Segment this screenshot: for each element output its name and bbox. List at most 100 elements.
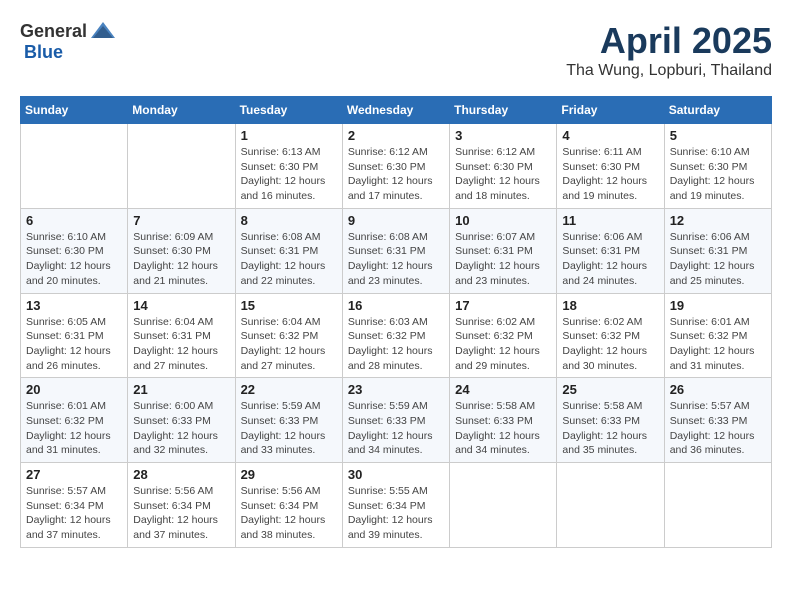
- day-info: Sunrise: 5:57 AMSunset: 6:34 PMDaylight:…: [26, 485, 111, 541]
- day-info: Sunrise: 6:10 AMSunset: 6:30 PMDaylight:…: [670, 146, 755, 202]
- day-number: 12: [670, 213, 766, 228]
- calendar-cell: 3 Sunrise: 6:12 AMSunset: 6:30 PMDayligh…: [450, 124, 557, 209]
- calendar-cell: 24 Sunrise: 5:58 AMSunset: 6:33 PMDaylig…: [450, 378, 557, 463]
- calendar-cell: 7 Sunrise: 6:09 AMSunset: 6:30 PMDayligh…: [128, 208, 235, 293]
- day-number: 8: [241, 213, 337, 228]
- day-info: Sunrise: 6:08 AMSunset: 6:31 PMDaylight:…: [348, 231, 433, 287]
- calendar-cell: 10 Sunrise: 6:07 AMSunset: 6:31 PMDaylig…: [450, 208, 557, 293]
- day-number: 27: [26, 467, 122, 482]
- day-info: Sunrise: 6:01 AMSunset: 6:32 PMDaylight:…: [26, 400, 111, 456]
- day-number: 3: [455, 128, 551, 143]
- calendar-cell: 14 Sunrise: 6:04 AMSunset: 6:31 PMDaylig…: [128, 293, 235, 378]
- weekday-header-wednesday: Wednesday: [342, 97, 449, 124]
- day-info: Sunrise: 6:11 AMSunset: 6:30 PMDaylight:…: [562, 146, 647, 202]
- day-info: Sunrise: 6:00 AMSunset: 6:33 PMDaylight:…: [133, 400, 218, 456]
- day-number: 17: [455, 298, 551, 313]
- location-title: Tha Wung, Lopburi, Thailand: [566, 62, 772, 80]
- day-number: 7: [133, 213, 229, 228]
- day-info: Sunrise: 6:13 AMSunset: 6:30 PMDaylight:…: [241, 146, 326, 202]
- calendar-week-row: 27 Sunrise: 5:57 AMSunset: 6:34 PMDaylig…: [21, 463, 772, 548]
- weekday-header-row: SundayMondayTuesdayWednesdayThursdayFrid…: [21, 97, 772, 124]
- calendar-cell: 16 Sunrise: 6:03 AMSunset: 6:32 PMDaylig…: [342, 293, 449, 378]
- day-number: 1: [241, 128, 337, 143]
- calendar-cell: 18 Sunrise: 6:02 AMSunset: 6:32 PMDaylig…: [557, 293, 664, 378]
- calendar-cell: 23 Sunrise: 5:59 AMSunset: 6:33 PMDaylig…: [342, 378, 449, 463]
- calendar-cell: 17 Sunrise: 6:02 AMSunset: 6:32 PMDaylig…: [450, 293, 557, 378]
- day-info: Sunrise: 6:10 AMSunset: 6:30 PMDaylight:…: [26, 231, 111, 287]
- day-info: Sunrise: 6:01 AMSunset: 6:32 PMDaylight:…: [670, 316, 755, 372]
- calendar-cell: 6 Sunrise: 6:10 AMSunset: 6:30 PMDayligh…: [21, 208, 128, 293]
- logo: General Blue: [20, 20, 117, 63]
- day-info: Sunrise: 5:59 AMSunset: 6:33 PMDaylight:…: [241, 400, 326, 456]
- day-info: Sunrise: 6:04 AMSunset: 6:31 PMDaylight:…: [133, 316, 218, 372]
- calendar-cell: 1 Sunrise: 6:13 AMSunset: 6:30 PMDayligh…: [235, 124, 342, 209]
- calendar-cell: 20 Sunrise: 6:01 AMSunset: 6:32 PMDaylig…: [21, 378, 128, 463]
- day-info: Sunrise: 6:02 AMSunset: 6:32 PMDaylight:…: [562, 316, 647, 372]
- month-year-title: April 2025: [566, 20, 772, 62]
- weekday-header-monday: Monday: [128, 97, 235, 124]
- day-number: 4: [562, 128, 658, 143]
- weekday-header-thursday: Thursday: [450, 97, 557, 124]
- calendar-week-row: 13 Sunrise: 6:05 AMSunset: 6:31 PMDaylig…: [21, 293, 772, 378]
- calendar-cell: 2 Sunrise: 6:12 AMSunset: 6:30 PMDayligh…: [342, 124, 449, 209]
- weekday-header-saturday: Saturday: [664, 97, 771, 124]
- day-number: 26: [670, 382, 766, 397]
- day-info: Sunrise: 5:56 AMSunset: 6:34 PMDaylight:…: [133, 485, 218, 541]
- logo-general: General: [20, 21, 87, 42]
- calendar-cell: 8 Sunrise: 6:08 AMSunset: 6:31 PMDayligh…: [235, 208, 342, 293]
- calendar-cell: 25 Sunrise: 5:58 AMSunset: 6:33 PMDaylig…: [557, 378, 664, 463]
- calendar-week-row: 6 Sunrise: 6:10 AMSunset: 6:30 PMDayligh…: [21, 208, 772, 293]
- day-info: Sunrise: 5:58 AMSunset: 6:33 PMDaylight:…: [562, 400, 647, 456]
- calendar-cell: 30 Sunrise: 5:55 AMSunset: 6:34 PMDaylig…: [342, 463, 449, 548]
- day-info: Sunrise: 6:06 AMSunset: 6:31 PMDaylight:…: [670, 231, 755, 287]
- day-info: Sunrise: 5:57 AMSunset: 6:33 PMDaylight:…: [670, 400, 755, 456]
- day-number: 29: [241, 467, 337, 482]
- day-info: Sunrise: 5:56 AMSunset: 6:34 PMDaylight:…: [241, 485, 326, 541]
- calendar-week-row: 20 Sunrise: 6:01 AMSunset: 6:32 PMDaylig…: [21, 378, 772, 463]
- day-info: Sunrise: 6:06 AMSunset: 6:31 PMDaylight:…: [562, 231, 647, 287]
- logo-blue: Blue: [24, 42, 63, 63]
- day-info: Sunrise: 6:05 AMSunset: 6:31 PMDaylight:…: [26, 316, 111, 372]
- weekday-header-tuesday: Tuesday: [235, 97, 342, 124]
- calendar-cell: [450, 463, 557, 548]
- calendar-cell: 27 Sunrise: 5:57 AMSunset: 6:34 PMDaylig…: [21, 463, 128, 548]
- day-number: 25: [562, 382, 658, 397]
- calendar-cell: 21 Sunrise: 6:00 AMSunset: 6:33 PMDaylig…: [128, 378, 235, 463]
- day-number: 9: [348, 213, 444, 228]
- calendar-cell: 26 Sunrise: 5:57 AMSunset: 6:33 PMDaylig…: [664, 378, 771, 463]
- calendar-cell: [664, 463, 771, 548]
- day-number: 24: [455, 382, 551, 397]
- day-info: Sunrise: 6:09 AMSunset: 6:30 PMDaylight:…: [133, 231, 218, 287]
- day-number: 20: [26, 382, 122, 397]
- day-number: 30: [348, 467, 444, 482]
- calendar-cell: 12 Sunrise: 6:06 AMSunset: 6:31 PMDaylig…: [664, 208, 771, 293]
- calendar-cell: 15 Sunrise: 6:04 AMSunset: 6:32 PMDaylig…: [235, 293, 342, 378]
- calendar-cell: [21, 124, 128, 209]
- calendar-table: SundayMondayTuesdayWednesdayThursdayFrid…: [20, 96, 772, 548]
- day-number: 21: [133, 382, 229, 397]
- calendar-cell: 22 Sunrise: 5:59 AMSunset: 6:33 PMDaylig…: [235, 378, 342, 463]
- day-number: 11: [562, 213, 658, 228]
- day-info: Sunrise: 5:55 AMSunset: 6:34 PMDaylight:…: [348, 485, 433, 541]
- logo-icon: [89, 20, 117, 42]
- day-info: Sunrise: 6:02 AMSunset: 6:32 PMDaylight:…: [455, 316, 540, 372]
- calendar-cell: 19 Sunrise: 6:01 AMSunset: 6:32 PMDaylig…: [664, 293, 771, 378]
- day-info: Sunrise: 6:12 AMSunset: 6:30 PMDaylight:…: [455, 146, 540, 202]
- weekday-header-sunday: Sunday: [21, 97, 128, 124]
- calendar-cell: 13 Sunrise: 6:05 AMSunset: 6:31 PMDaylig…: [21, 293, 128, 378]
- day-number: 18: [562, 298, 658, 313]
- day-info: Sunrise: 5:59 AMSunset: 6:33 PMDaylight:…: [348, 400, 433, 456]
- page-header: General Blue April 2025 Tha Wung, Lopbur…: [20, 20, 772, 80]
- calendar-cell: [557, 463, 664, 548]
- day-number: 22: [241, 382, 337, 397]
- calendar-week-row: 1 Sunrise: 6:13 AMSunset: 6:30 PMDayligh…: [21, 124, 772, 209]
- day-number: 14: [133, 298, 229, 313]
- day-number: 5: [670, 128, 766, 143]
- day-number: 2: [348, 128, 444, 143]
- day-info: Sunrise: 6:04 AMSunset: 6:32 PMDaylight:…: [241, 316, 326, 372]
- calendar-cell: 5 Sunrise: 6:10 AMSunset: 6:30 PMDayligh…: [664, 124, 771, 209]
- day-info: Sunrise: 6:08 AMSunset: 6:31 PMDaylight:…: [241, 231, 326, 287]
- calendar-cell: 29 Sunrise: 5:56 AMSunset: 6:34 PMDaylig…: [235, 463, 342, 548]
- calendar-cell: [128, 124, 235, 209]
- calendar-cell: 4 Sunrise: 6:11 AMSunset: 6:30 PMDayligh…: [557, 124, 664, 209]
